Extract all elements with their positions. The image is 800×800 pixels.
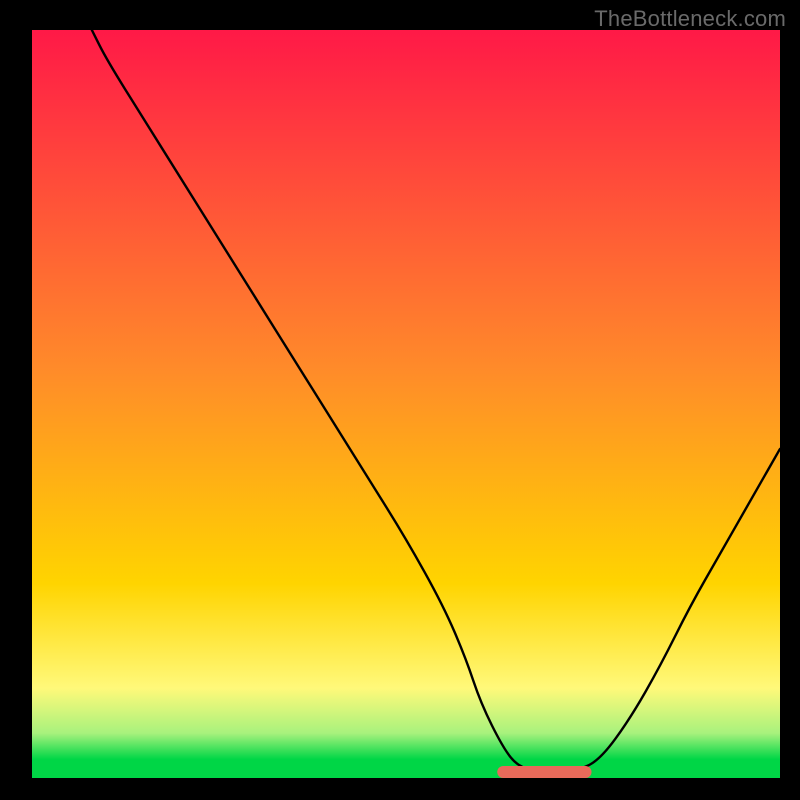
chart-stage: TheBottleneck.com	[0, 0, 800, 800]
baseline-strip	[32, 770, 780, 778]
chart-svg	[0, 0, 800, 800]
gradient-background	[32, 30, 780, 778]
watermark-text: TheBottleneck.com	[594, 6, 786, 32]
